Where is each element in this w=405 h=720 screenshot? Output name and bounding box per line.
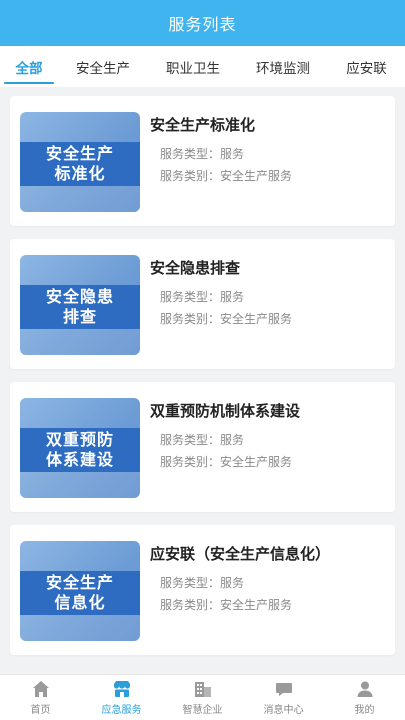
service-title: 双重预防机制体系建设 (150, 402, 301, 420)
service-info: 应安联（安全生产信息化） 服务类型：服务 服务类别：安全生产服务 (150, 543, 387, 616)
thumb-line-1: 安全隐患 (45, 287, 114, 306)
nav-label: 应急服务 (101, 705, 142, 716)
thumb-line-1: 安全生产 (45, 144, 114, 163)
thumb-line-2: 体系建设 (45, 450, 114, 469)
thumb-line-2: 信息化 (54, 593, 106, 612)
service-title: 安全生产标准化 (150, 116, 256, 134)
service-type: 服务类型：服务 (160, 433, 245, 447)
thumb-line-1: 安全生产 (45, 573, 114, 592)
service-type: 服务类型：服务 (160, 147, 245, 161)
nav-label: 智慧企业 (182, 705, 223, 716)
service-info: 安全生产标准化 服务类型：服务 服务类别：安全生产服务 (150, 114, 387, 187)
tab-all[interactable]: 全部 (0, 46, 58, 87)
category-tabs: 全部 安全生产 职业卫生 环境监测 应安联 (0, 46, 405, 87)
nav-home[interactable]: 首页 (0, 675, 81, 720)
nav-message-center[interactable]: 消息中心 (243, 675, 324, 720)
nav-label: 消息中心 (263, 705, 304, 716)
service-category: 服务类别：安全生产服务 (160, 312, 293, 326)
service-category: 服务类别：安全生产服务 (160, 169, 293, 183)
nav-smart-enterprise[interactable]: 智慧企业 (162, 675, 243, 720)
bottom-nav: 首页 应急服务 智慧企业 消息中心 我的 (0, 674, 405, 720)
thumb-text: 安全生产 标准化 (20, 142, 140, 186)
thumb-line-2: 排查 (62, 307, 97, 326)
service-thumbnail: 双重预防 体系建设 (20, 398, 140, 498)
thumb-text: 安全生产 信息化 (20, 571, 140, 615)
nav-label: 首页 (30, 705, 51, 716)
service-category: 服务类别：安全生产服务 (160, 455, 293, 469)
nav-label: 我的 (354, 705, 375, 716)
service-thumbnail: 安全生产 标准化 (20, 112, 140, 212)
thumb-line-1: 双重预防 (45, 430, 114, 449)
service-meta: 服务类型：服务 服务类别：安全生产服务 (150, 572, 387, 616)
home-icon (32, 681, 49, 697)
thumb-text: 安全隐患 排查 (20, 285, 140, 329)
nav-emergency-service[interactable]: 应急服务 (81, 675, 162, 720)
tab-occupational-health[interactable]: 职业卫生 (148, 46, 238, 87)
service-info: 安全隐患排查 服务类型：服务 服务类别：安全生产服务 (150, 257, 387, 330)
tab-safety-production[interactable]: 安全生产 (58, 46, 148, 87)
building-icon (194, 682, 211, 697)
service-card[interactable]: 双重预防 体系建设 双重预防机制体系建设 服务类型：服务 服务类别：安全生产服务 (10, 382, 395, 512)
service-meta: 服务类型：服务 服务类别：安全生产服务 (150, 143, 387, 187)
service-type: 服务类型：服务 (160, 576, 245, 590)
service-title: 应安联（安全生产信息化） (150, 545, 331, 563)
service-thumbnail: 安全隐患 排查 (20, 255, 140, 355)
shop-icon (113, 681, 130, 697)
user-icon (357, 681, 372, 697)
message-icon (275, 683, 292, 696)
service-title: 安全隐患排查 (150, 259, 241, 277)
service-category: 服务类别：安全生产服务 (160, 598, 293, 612)
thumb-text: 双重预防 体系建设 (20, 428, 140, 472)
service-thumbnail: 安全生产 信息化 (20, 541, 140, 641)
header-bar: 服务列表 (0, 0, 405, 46)
nav-mine[interactable]: 我的 (324, 675, 405, 720)
page-title: 服务列表 (168, 15, 237, 34)
service-card[interactable]: 安全生产 信息化 应安联（安全生产信息化） 服务类型：服务 服务类别：安全生产服… (10, 525, 395, 655)
thumb-line-2: 标准化 (54, 164, 106, 183)
service-info: 双重预防机制体系建设 服务类型：服务 服务类别：安全生产服务 (150, 400, 387, 473)
service-card[interactable]: 安全隐患 排查 安全隐患排查 服务类型：服务 服务类别：安全生产服务 (10, 239, 395, 369)
service-meta: 服务类型：服务 服务类别：安全生产服务 (150, 286, 387, 330)
service-card[interactable]: 安全生产 标准化 安全生产标准化 服务类型：服务 服务类别：安全生产服务 (10, 96, 395, 226)
tab-yinganlian[interactable]: 应安联 (328, 46, 405, 87)
service-meta: 服务类型：服务 服务类别：安全生产服务 (150, 429, 387, 473)
service-type: 服务类型：服务 (160, 290, 245, 304)
tab-environment-monitoring[interactable]: 环境监测 (238, 46, 328, 87)
